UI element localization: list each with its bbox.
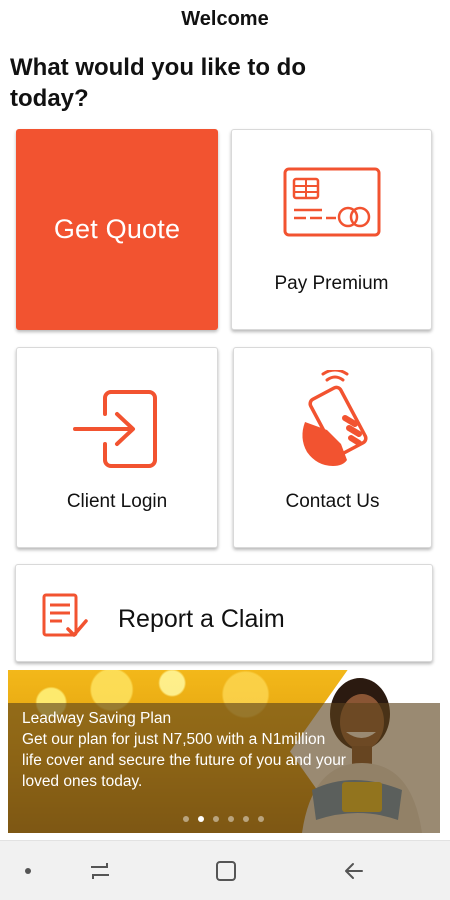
- carousel-dot[interactable]: [213, 816, 219, 822]
- page-heading: What would you like to do today?: [10, 54, 306, 112]
- get-quote-label: Get Quote: [53, 214, 181, 244]
- report-claim-button[interactable]: Report a Claim: [15, 564, 433, 662]
- banner-line: life cover and secure the future of you …: [22, 752, 346, 769]
- credit-card-icon: [283, 167, 380, 237]
- carousel-dot[interactable]: [183, 816, 189, 822]
- client-login-button[interactable]: Client Login: [16, 347, 218, 548]
- home-icon: [216, 861, 236, 881]
- system-navigation-bar: [0, 840, 450, 900]
- pay-premium-label: Pay Premium: [274, 273, 389, 294]
- home-button[interactable]: [206, 841, 246, 900]
- recent-apps-button[interactable]: [80, 841, 120, 900]
- claim-form-icon: [42, 593, 88, 637]
- contact-us-label: Contact Us: [285, 491, 380, 512]
- nav-dot-button[interactable]: [10, 841, 46, 900]
- get-quote-button[interactable]: Get Quote: [16, 129, 218, 330]
- promo-banner[interactable]: Leadway Saving Plan Get our plan for jus…: [8, 670, 440, 833]
- back-icon: [345, 863, 363, 879]
- client-login-label: Client Login: [66, 491, 168, 512]
- dot-icon: [25, 868, 31, 874]
- banner-text: Leadway Saving Plan Get our plan for jus…: [22, 708, 402, 792]
- carousel-dot[interactable]: [243, 816, 249, 822]
- banner-title: Leadway Saving Plan: [22, 710, 172, 727]
- report-claim-label: Report a Claim: [118, 605, 285, 633]
- carousel-dot[interactable]: [228, 816, 234, 822]
- login-icon: [73, 390, 157, 468]
- banner-line: Get our plan for just N7,500 with a N1mi…: [22, 731, 326, 748]
- carousel-indicator: [183, 816, 264, 822]
- app-title: Welcome: [181, 8, 269, 30]
- phone-hand-icon: [301, 370, 368, 466]
- contact-us-button[interactable]: Contact Us: [233, 347, 432, 548]
- recent-apps-icon: [91, 863, 109, 879]
- pay-premium-button[interactable]: Pay Premium: [231, 129, 432, 330]
- carousel-dot[interactable]: [258, 816, 264, 822]
- carousel-dot-active[interactable]: [198, 816, 204, 822]
- back-button[interactable]: [334, 841, 374, 900]
- banner-line: loved ones today.: [22, 773, 143, 790]
